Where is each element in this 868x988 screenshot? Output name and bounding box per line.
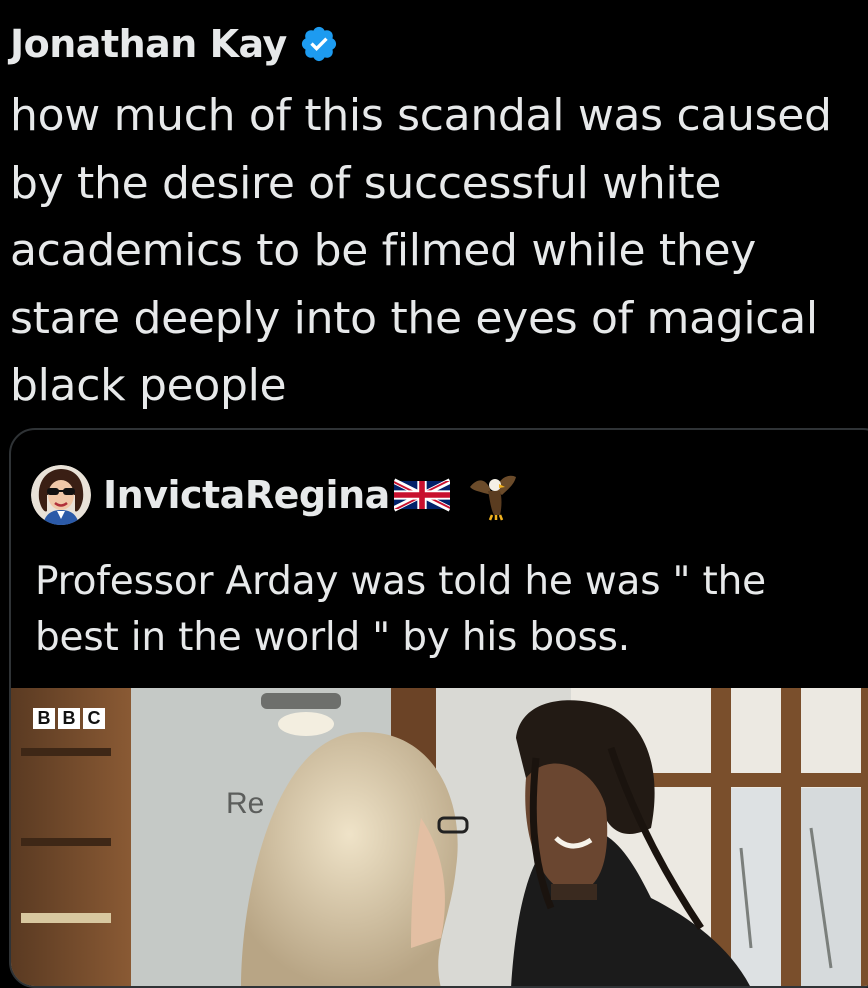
bbc-logo-letter: B [58, 708, 80, 729]
wall-sign-text: Re [226, 787, 264, 820]
tweet-text: how much of this scandal was caused by t… [10, 90, 832, 411]
bbc-logo-letter: C [83, 708, 105, 729]
redaction-scribble [395, 18, 865, 74]
eagle-icon [469, 475, 516, 521]
main-tweet: Jonathan Kay how much of this scandal wa… [0, 0, 868, 988]
quoted-tweet-header[interactable]: InvictaRegina [31, 464, 518, 526]
redaction-scribble [571, 462, 868, 532]
video-thumbnail[interactable]: Re B B C [11, 688, 868, 986]
avatar[interactable] [31, 465, 91, 525]
quoted-tweet-text: Professor Arday was told he was " the be… [35, 559, 766, 660]
video-frame: Re [11, 688, 868, 986]
bbc-logo-letter: B [33, 708, 55, 729]
tweet-author-name[interactable]: Jonathan Kay [10, 22, 287, 66]
verified-badge-icon [301, 26, 336, 62]
union-jack-flag-icon [393, 478, 450, 512]
tweet-author-row[interactable]: Jonathan Kay [10, 18, 339, 70]
quoted-author-name[interactable]: InvictaRegina [103, 473, 390, 517]
bbc-logo: B B C [33, 708, 105, 729]
quoted-tweet-card[interactable]: InvictaRegina Professor Arday was told h… [9, 428, 868, 988]
